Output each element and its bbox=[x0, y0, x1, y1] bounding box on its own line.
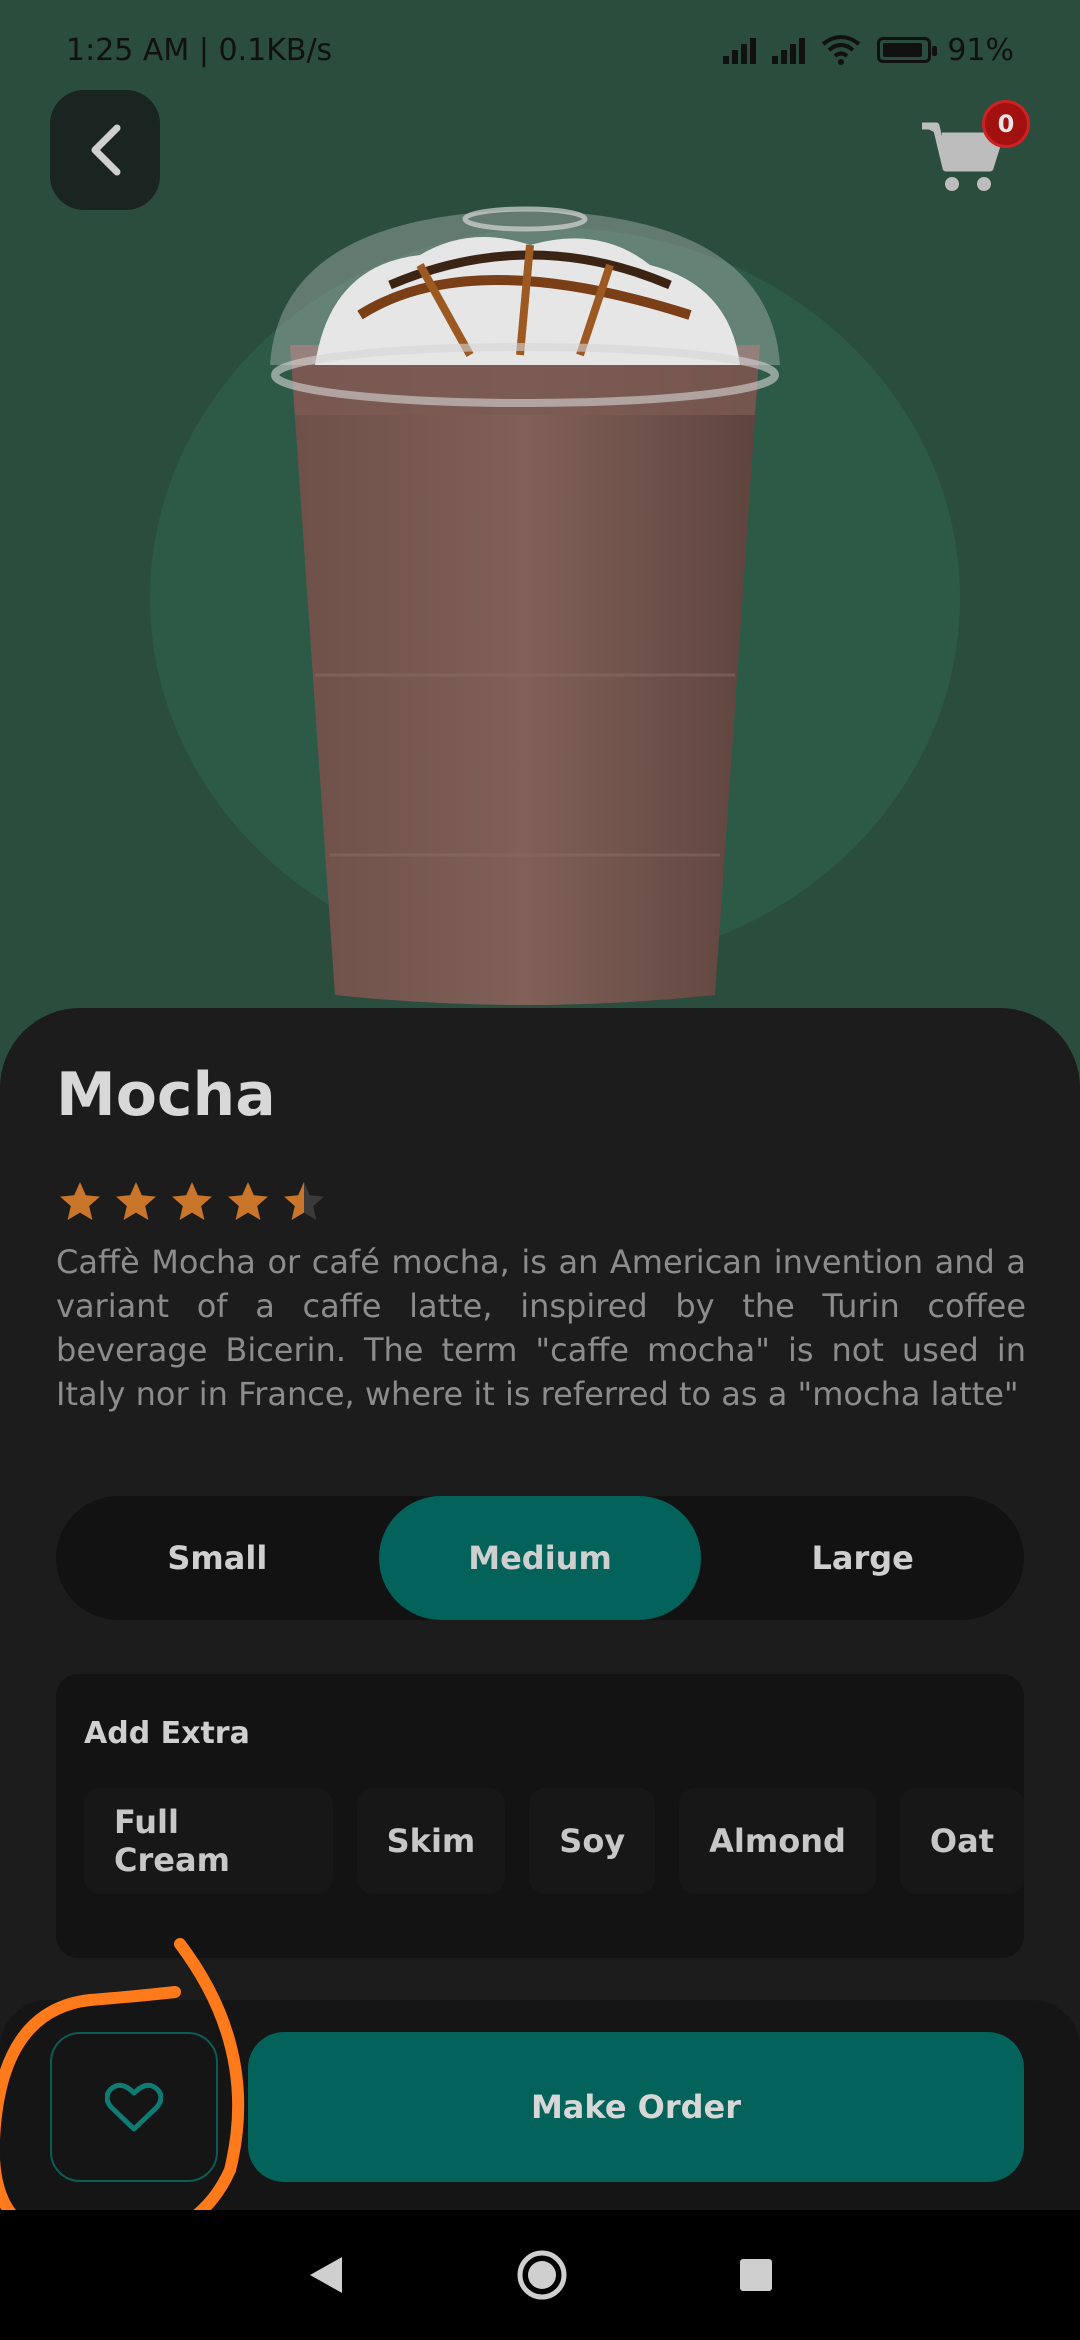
signal-icon bbox=[723, 36, 757, 64]
size-option-medium[interactable]: Medium bbox=[378, 1496, 702, 1620]
extra-option-skim[interactable]: Skim bbox=[356, 1788, 506, 1894]
nav-back-icon[interactable] bbox=[306, 2253, 346, 2297]
star-icon bbox=[116, 1182, 156, 1220]
star-icon bbox=[228, 1182, 268, 1220]
cart-count-badge: 0 bbox=[982, 100, 1030, 148]
status-time: 1:25 AM | 0.1KB/s bbox=[66, 32, 333, 68]
size-selector: Small Medium Large bbox=[56, 1496, 1024, 1620]
battery-fill bbox=[883, 43, 922, 57]
half-star-icon bbox=[284, 1182, 324, 1220]
back-arrow-icon bbox=[91, 124, 121, 176]
rating-stars bbox=[56, 1178, 328, 1226]
back-button[interactable] bbox=[50, 90, 160, 210]
system-navigation-bar bbox=[0, 2210, 1080, 2340]
battery-percent: 91% bbox=[947, 32, 1014, 68]
nav-recents-icon[interactable] bbox=[738, 2257, 774, 2293]
extra-option-full-cream[interactable]: Full Cream bbox=[84, 1788, 333, 1894]
extra-option-almond[interactable]: Almond bbox=[679, 1788, 876, 1894]
signal-icon-2 bbox=[772, 36, 806, 64]
star-icon bbox=[172, 1182, 212, 1220]
size-option-small[interactable]: Small bbox=[56, 1496, 379, 1620]
status-icons: 91% bbox=[723, 33, 1014, 68]
heart-icon bbox=[105, 2082, 163, 2132]
wifi-icon bbox=[822, 35, 861, 65]
nav-home-icon[interactable] bbox=[516, 2249, 568, 2301]
star-icon bbox=[60, 1182, 100, 1220]
status-bar: 1:25 AM | 0.1KB/s 91% bbox=[0, 0, 1080, 100]
extra-option-oat[interactable]: Oat bbox=[899, 1788, 1024, 1894]
product-image bbox=[270, 206, 780, 1005]
make-order-button[interactable]: Make Order bbox=[248, 2032, 1024, 2182]
product-title: Mocha bbox=[56, 1060, 276, 1130]
add-extra-panel: Add Extra Full Cream Skim Soy Almond Oat bbox=[56, 1674, 1024, 1958]
add-extra-title: Add Extra bbox=[84, 1716, 250, 1751]
product-description: Caffè Mocha or café mocha, is an America… bbox=[56, 1243, 1026, 1413]
favorite-button[interactable] bbox=[50, 2032, 218, 2182]
cart-button[interactable]: 0 bbox=[920, 100, 1030, 200]
battery-icon bbox=[877, 37, 938, 63]
size-option-large[interactable]: Large bbox=[701, 1496, 1024, 1620]
extras-list: Full Cream Skim Soy Almond Oat bbox=[84, 1788, 1024, 1894]
extra-option-soy[interactable]: Soy bbox=[529, 1788, 656, 1894]
